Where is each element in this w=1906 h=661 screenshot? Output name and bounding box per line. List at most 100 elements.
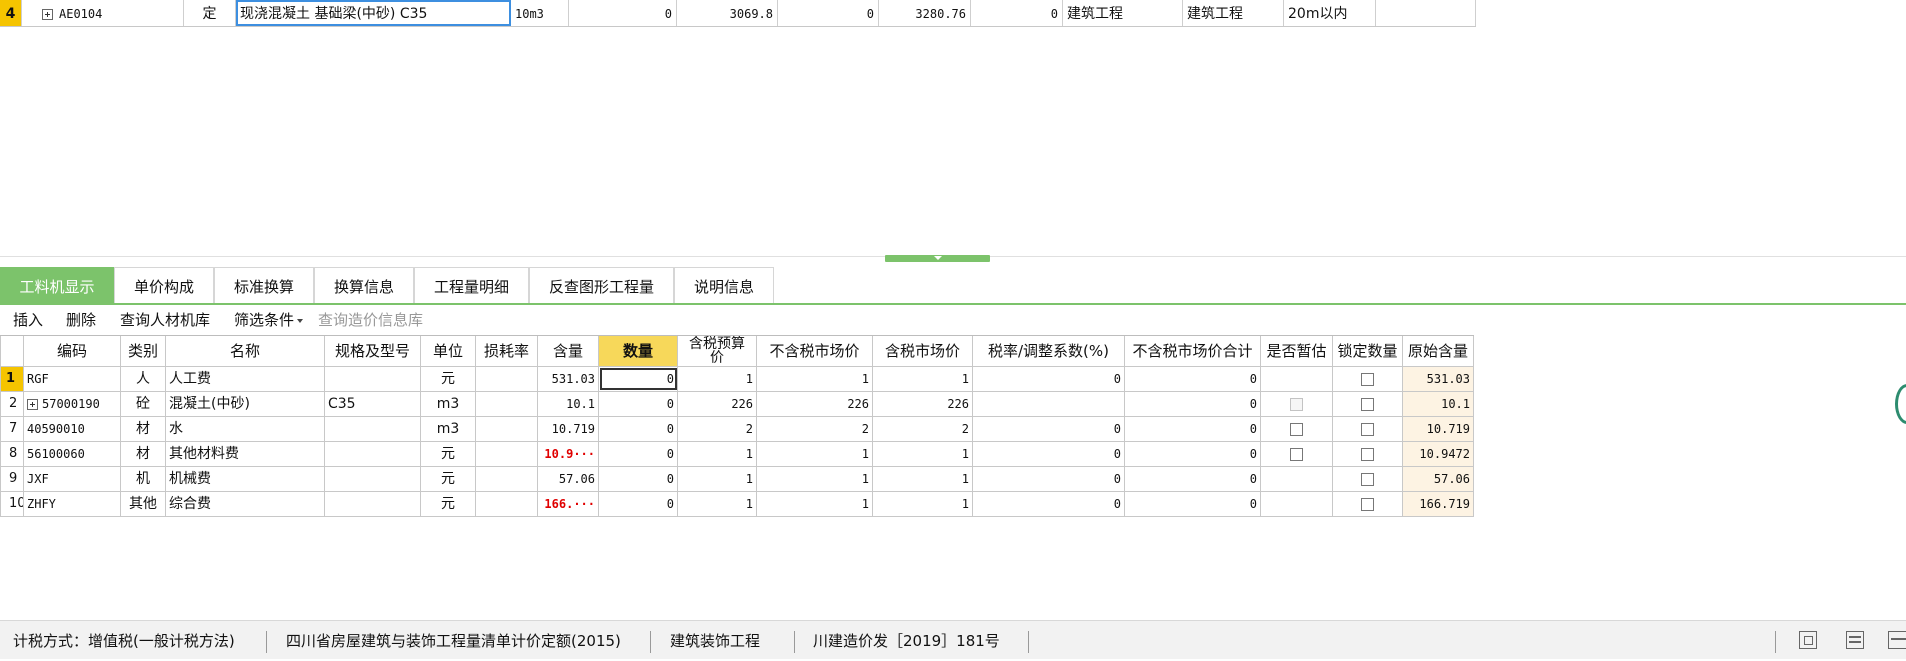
loss-rate-cell[interactable] [476, 367, 538, 391]
provisional-cell[interactable] [1261, 367, 1333, 391]
tab-conversion-info[interactable]: 换算信息 [314, 267, 414, 303]
loss-rate-cell[interactable] [476, 417, 538, 441]
tax-rate-cell[interactable]: 0 [973, 417, 1125, 441]
lock-quantity-cell[interactable] [1333, 467, 1403, 491]
code-cell[interactable]: 57000190 [24, 392, 121, 416]
provisional-cell[interactable] [1261, 417, 1333, 441]
tax-budget-price-cell[interactable]: 226 [678, 392, 757, 416]
table-row[interactable]: 10 ZHFY 其他 综合费元 166.··· 0 1 1 1 0 0 166.719 [0, 492, 1474, 517]
row-number[interactable]: 2 [0, 392, 24, 416]
provisional-checkbox[interactable] [1290, 447, 1303, 461]
notax-market-price-cell[interactable]: 226 [757, 392, 873, 416]
header-quantity[interactable]: 数量 [599, 336, 678, 366]
name-cell[interactable]: 机械费 [166, 467, 325, 491]
original-content-cell[interactable]: 10.9472 [1403, 442, 1474, 466]
insert-button[interactable]: 插入 [13, 308, 43, 332]
unit-cell[interactable]: m3 [421, 392, 476, 416]
code-cell[interactable]: 40590010 [24, 417, 121, 441]
tax-rate-cell[interactable]: 0 [973, 367, 1125, 391]
spec-cell[interactable] [325, 417, 421, 441]
original-content-cell[interactable]: 531.03 [1403, 367, 1474, 391]
header-notax-market-total[interactable]: 不含税市场价合计 [1125, 336, 1261, 366]
row-number[interactable]: 10 [0, 492, 24, 516]
lock-quantity-checkbox[interactable] [1361, 472, 1374, 486]
header-content[interactable]: 含量 [538, 336, 599, 366]
code-cell[interactable]: AE0104 [22, 0, 184, 26]
height-cell[interactable]: 20m以内 [1284, 0, 1376, 26]
notax-market-total-cell[interactable]: 0 [1125, 442, 1261, 466]
loss-rate-cell[interactable] [476, 442, 538, 466]
tax-budget-price-cell[interactable]: 1 [678, 442, 757, 466]
unit-cell[interactable]: 元 [421, 442, 476, 466]
quantity-cell[interactable]: 0 [599, 442, 678, 466]
splitter-handle[interactable] [885, 255, 990, 262]
quantity-cell[interactable]: 0 [599, 392, 678, 416]
view-list-icon[interactable] [1846, 631, 1864, 649]
header-tax-budget-price[interactable]: 含税预算价 [678, 336, 757, 366]
empty-cell[interactable] [1376, 0, 1476, 26]
tab-standard-conversion[interactable]: 标准换算 [214, 267, 314, 303]
header-category[interactable]: 类别 [121, 336, 166, 366]
lock-quantity-cell[interactable] [1333, 442, 1403, 466]
code-cell[interactable]: JXF [24, 467, 121, 491]
spec-cell[interactable] [325, 442, 421, 466]
table-row[interactable]: 7 40590010 材水 m3 10.719 0 2 2 2 0 0 10.719 [0, 417, 1474, 442]
spec-cell[interactable] [325, 492, 421, 516]
name-cell[interactable]: 人工费 [166, 367, 325, 391]
header-lock-quantity[interactable]: 锁定数量 [1333, 336, 1403, 366]
notax-market-price-cell[interactable]: 1 [757, 467, 873, 491]
table-row[interactable]: 1 RGF 人人工费元 531.03 0 1 1 1 0 0 531.03 [0, 367, 1474, 392]
filter-dropdown[interactable]: 筛选条件 [234, 308, 304, 332]
code-cell[interactable]: 56100060 [24, 442, 121, 466]
notax-market-price-cell[interactable]: 1 [757, 367, 873, 391]
spec-cell[interactable] [325, 467, 421, 491]
name-cell[interactable]: 其他材料费 [166, 442, 325, 466]
provisional-cell[interactable] [1261, 392, 1333, 416]
query-material-library-button[interactable]: 查询人材机库 [120, 308, 210, 332]
code-cell[interactable]: RGF [24, 367, 121, 391]
expand-plus-icon[interactable] [42, 9, 53, 20]
content-cell[interactable]: 531.03 [538, 367, 599, 391]
unit-cell[interactable]: 元 [421, 367, 476, 391]
tax-market-price-cell[interactable]: 1 [873, 442, 973, 466]
notax-market-total-cell[interactable]: 0 [1125, 417, 1261, 441]
view-single-icon[interactable] [1799, 631, 1817, 649]
notax-market-total-cell[interactable]: 0 [1125, 467, 1261, 491]
tax-market-price-cell[interactable]: 1 [873, 492, 973, 516]
lock-quantity-checkbox[interactable] [1361, 497, 1374, 511]
lock-quantity-cell[interactable] [1333, 492, 1403, 516]
loss-rate-cell[interactable] [476, 492, 538, 516]
value-cell-2[interactable]: 3069.8 [677, 0, 778, 26]
notax-market-total-cell[interactable]: 0 [1125, 492, 1261, 516]
upper-grid-row[interactable]: 4 AE0104 定 现浇混凝土 基础梁(中砂) C35 10m3 0 3069… [0, 0, 1476, 27]
tax-budget-price-cell[interactable]: 1 [678, 492, 757, 516]
category-cell[interactable]: 机 [121, 467, 166, 491]
tax-budget-price-cell[interactable]: 1 [678, 367, 757, 391]
loss-rate-cell[interactable] [476, 392, 538, 416]
category-cell[interactable]: 砼 [121, 392, 166, 416]
value-cell-1[interactable]: 0 [569, 0, 677, 26]
content-cell[interactable]: 10.719 [538, 417, 599, 441]
notax-market-price-cell[interactable]: 1 [757, 442, 873, 466]
delete-button[interactable]: 删除 [66, 308, 96, 332]
header-notax-market-price[interactable]: 不含税市场价 [757, 336, 873, 366]
tab-labor-material-machine[interactable]: 工料机显示 [0, 267, 114, 305]
header-code[interactable]: 编码 [24, 336, 121, 366]
notax-market-total-cell[interactable]: 0 [1125, 392, 1261, 416]
lock-quantity-checkbox[interactable] [1361, 372, 1374, 386]
notax-market-price-cell[interactable]: 1 [757, 492, 873, 516]
original-content-cell[interactable]: 57.06 [1403, 467, 1474, 491]
view-split-icon[interactable] [1888, 631, 1906, 649]
quantity-cell[interactable]: 0 [599, 467, 678, 491]
code-cell[interactable]: ZHFY [24, 492, 121, 516]
tax-rate-cell[interactable]: 0 [973, 442, 1125, 466]
unit-cell[interactable]: 元 [421, 492, 476, 516]
row-number[interactable]: 7 [0, 417, 24, 441]
category-cell[interactable]: 人 [121, 367, 166, 391]
value-cell-4[interactable]: 3280.76 [879, 0, 971, 26]
header-tax-market-price[interactable]: 含税市场价 [873, 336, 973, 366]
header-unit[interactable]: 单位 [421, 336, 476, 366]
provisional-checkbox[interactable] [1290, 422, 1303, 436]
name-cell[interactable]: 混凝土(中砂) [166, 392, 325, 416]
side-panel-handle[interactable] [1895, 384, 1906, 424]
